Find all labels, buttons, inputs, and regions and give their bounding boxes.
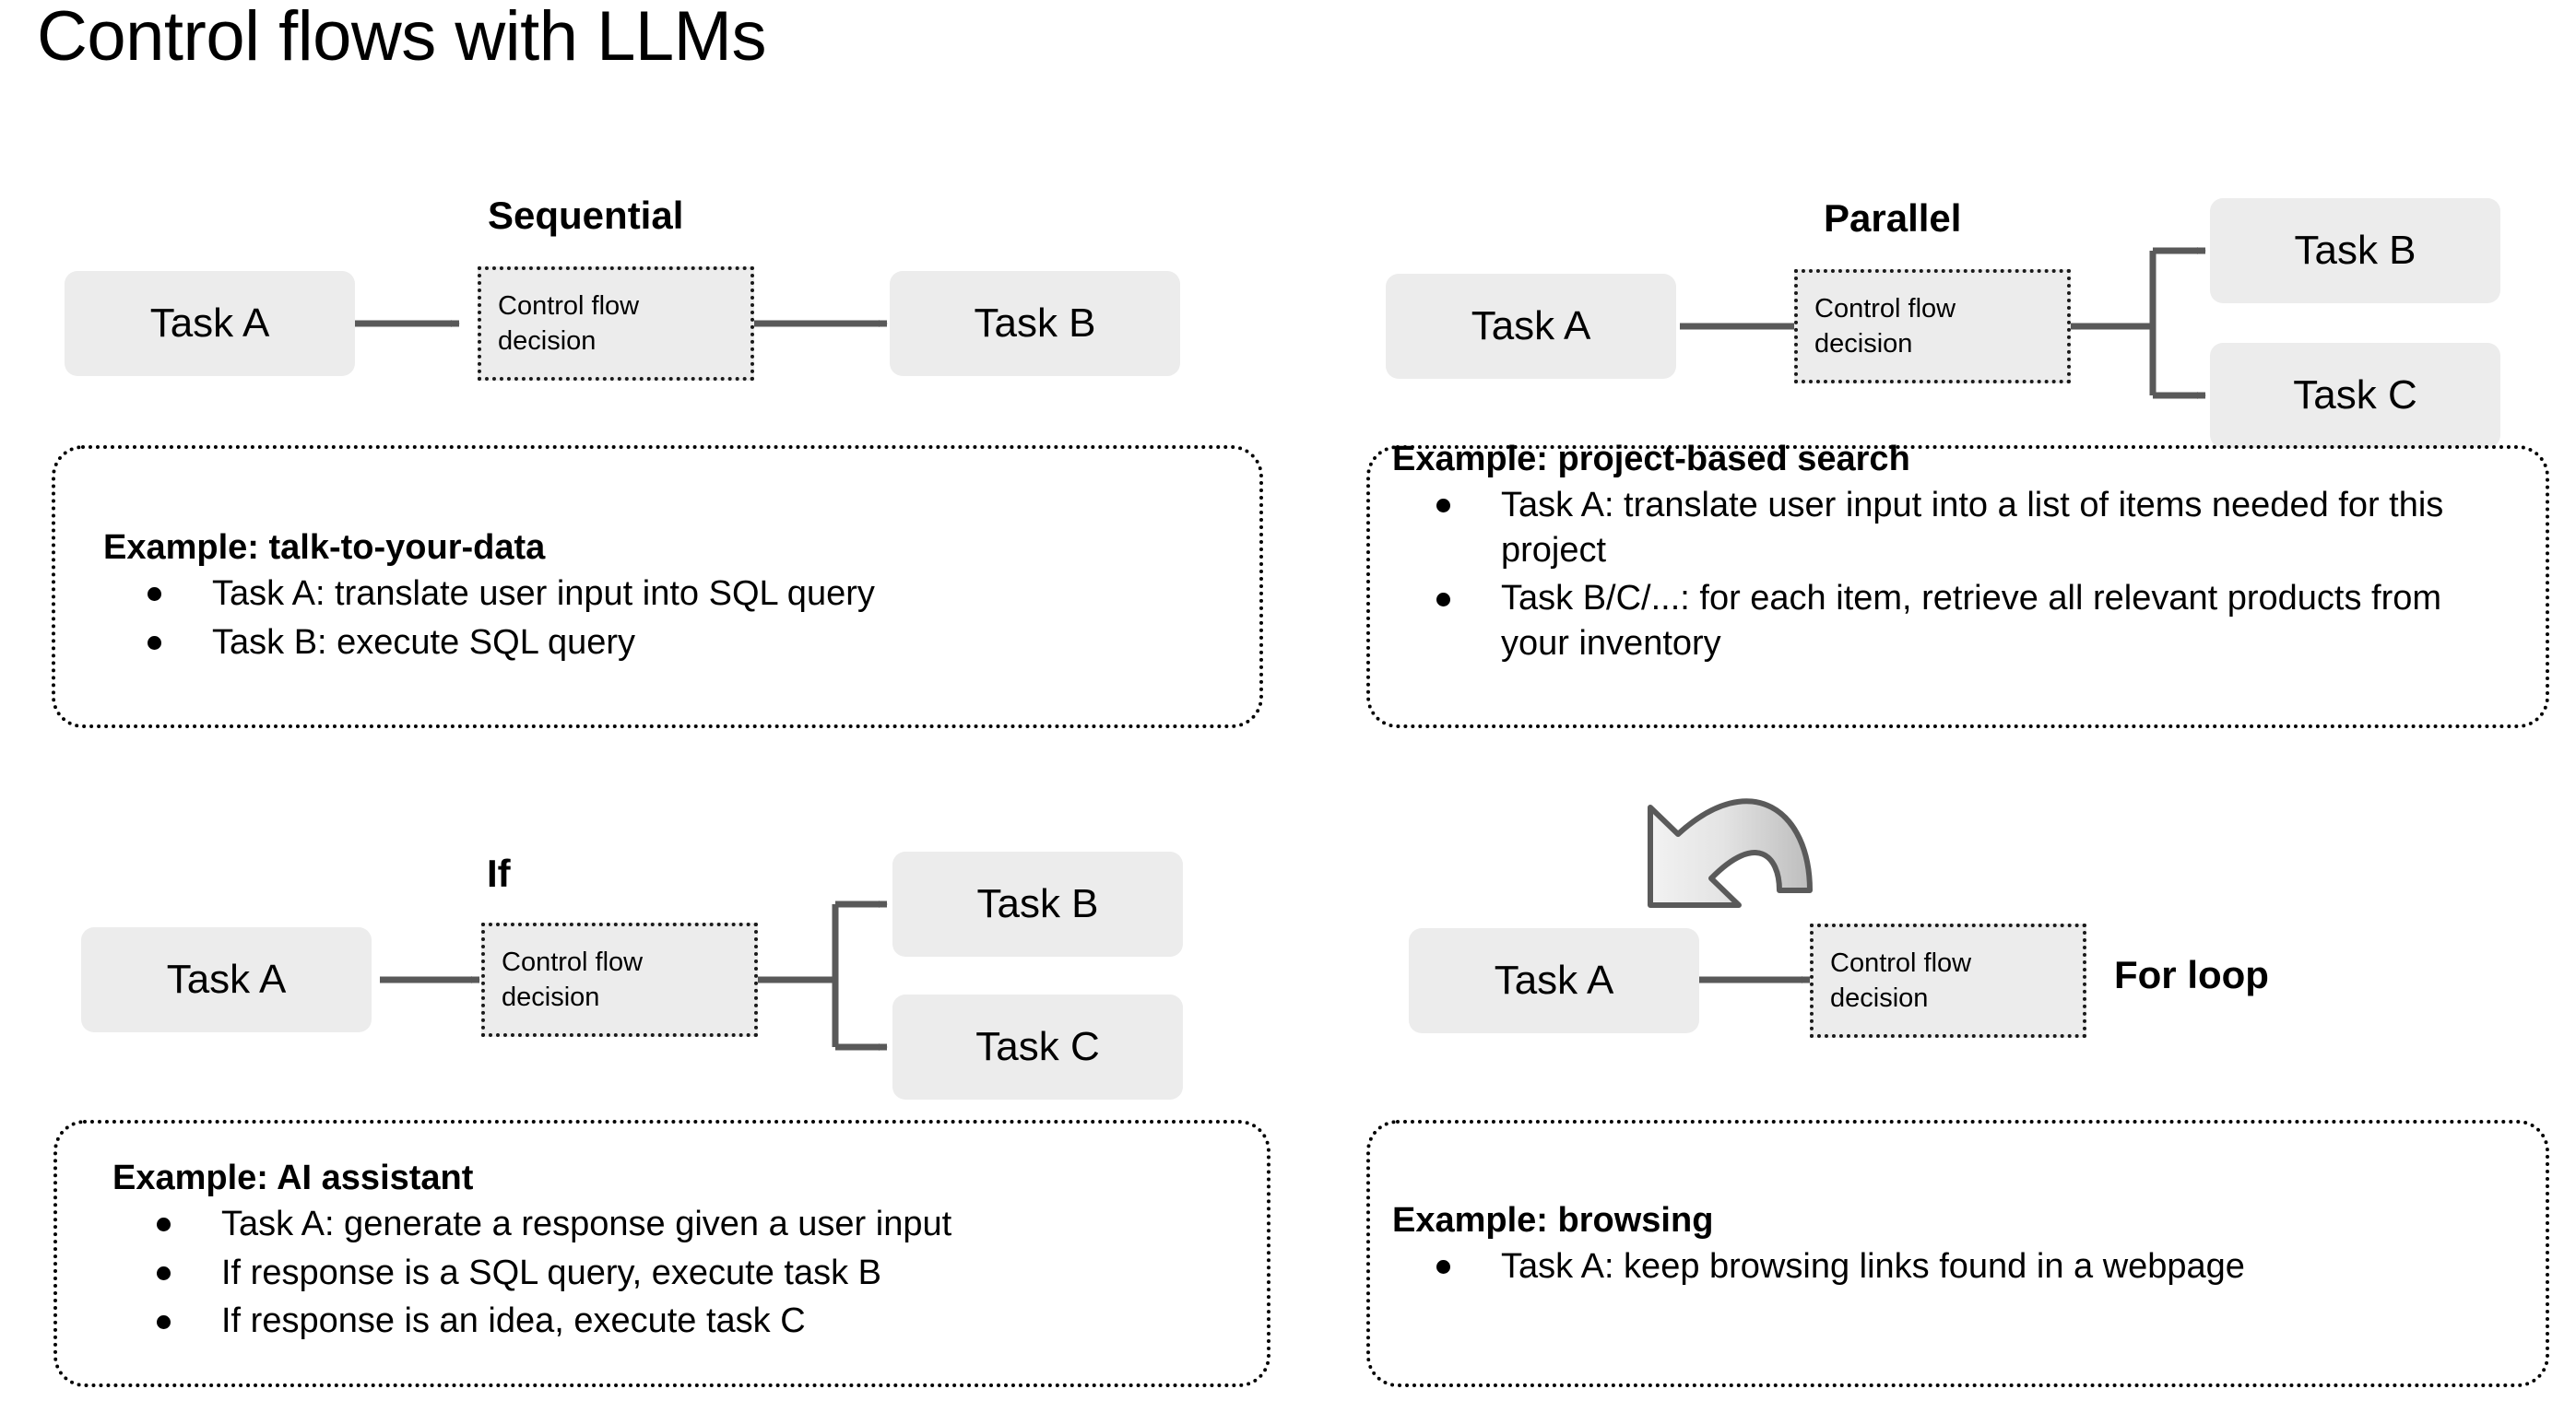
bullet-icon bbox=[1436, 499, 1450, 513]
list-item-text: Task B: execute SQL query bbox=[212, 622, 636, 662]
list-item: Task A: keep browsing links found in a w… bbox=[1392, 1244, 2546, 1289]
flow-label-if: If bbox=[487, 852, 511, 895]
example-title: Example: browsing bbox=[1392, 1201, 1714, 1240]
flow-label-sequential: Sequential bbox=[488, 194, 684, 237]
loop-back-arrow bbox=[1648, 798, 1813, 908]
example-title: Example: project-based search bbox=[1392, 440, 1910, 478]
flow-label-forloop: For loop bbox=[2114, 953, 2269, 996]
slide-canvas: Control flows with LLMs Sequential Task … bbox=[0, 0, 2576, 1401]
decision-line-2: decision bbox=[1814, 329, 1913, 359]
bullet-icon bbox=[148, 636, 161, 651]
flow-label-parallel: Parallel bbox=[1824, 196, 1962, 240]
decision-line-1: Control flow bbox=[498, 290, 640, 321]
branch-parallel bbox=[2071, 247, 2206, 399]
list-item-text: Task B/C/...: for each item, retrieve al… bbox=[1501, 579, 2442, 663]
bullet-icon bbox=[1436, 1260, 1450, 1275]
list-item: Task B/C/...: for each item, retrieve al… bbox=[1392, 576, 2546, 665]
decision-line-2: decision bbox=[1830, 983, 1929, 1013]
node-sequential-decision[interactable]: Control flow decision bbox=[478, 266, 754, 381]
list-item-text: Task A: generate a response given a user… bbox=[221, 1205, 952, 1243]
decision-line-1: Control flow bbox=[502, 947, 644, 977]
node-sequential-task-a[interactable]: Task A bbox=[65, 271, 355, 376]
node-label: Task A bbox=[1471, 303, 1591, 348]
node-label: Task C bbox=[2293, 372, 2417, 418]
decision-line-2: decision bbox=[498, 326, 597, 356]
node-forloop-task-a[interactable]: Task A bbox=[1409, 928, 1699, 1033]
list-item: Task A: generate a response given a user… bbox=[112, 1202, 1267, 1247]
example-card-sequential: Example: talk-to-your-data Task A: trans… bbox=[52, 445, 1263, 728]
node-label: Task B bbox=[974, 300, 1096, 346]
list-item-text: If response is a SQL query, execute task… bbox=[221, 1253, 882, 1292]
decision-line-2: decision bbox=[502, 983, 600, 1012]
node-label: Task B bbox=[976, 881, 1099, 926]
list-item-text: Task A: translate user input into SQL qu… bbox=[212, 574, 875, 613]
node-if-task-c[interactable]: Task C bbox=[892, 995, 1183, 1100]
node-parallel-task-b[interactable]: Task B bbox=[2210, 198, 2500, 303]
example-list: Task A: keep browsing links found in a w… bbox=[1392, 1244, 2546, 1289]
node-parallel-task-c[interactable]: Task C bbox=[2210, 343, 2500, 448]
node-label: Task A bbox=[1494, 958, 1614, 1003]
list-item: If response is a SQL query, execute task… bbox=[112, 1251, 1267, 1296]
list-item-text: If response is an idea, execute task C bbox=[221, 1301, 806, 1341]
node-parallel-decision[interactable]: Control flow decision bbox=[1794, 269, 2071, 383]
bullet-icon bbox=[157, 1218, 171, 1232]
node-label: Task C bbox=[975, 1024, 1100, 1069]
node-sequential-task-b[interactable]: Task B bbox=[890, 271, 1180, 376]
bullet-icon bbox=[157, 1266, 171, 1281]
example-card-forloop: Example: browsing Task A: keep browsing … bbox=[1366, 1120, 2549, 1387]
example-card-parallel: Example: project-based search Task A: tr… bbox=[1366, 440, 2549, 728]
node-if-task-b[interactable]: Task B bbox=[892, 852, 1183, 957]
node-forloop-decision[interactable]: Control flow decision bbox=[1810, 924, 2086, 1038]
decision-line-1: Control flow bbox=[1814, 293, 1956, 324]
list-item: If response is an idea, execute task C bbox=[112, 1299, 1267, 1344]
example-list: Task A: translate user input into a list… bbox=[1392, 483, 2546, 666]
node-label: Task B bbox=[2294, 228, 2416, 273]
list-item: Task A: translate user input into a list… bbox=[1392, 483, 2546, 572]
node-label: Task A bbox=[149, 300, 270, 346]
example-list: Task A: translate user input into SQL qu… bbox=[103, 571, 1259, 665]
node-parallel-task-a[interactable]: Task A bbox=[1386, 274, 1676, 379]
bullet-icon bbox=[157, 1314, 171, 1329]
example-title: Example: talk-to-your-data bbox=[103, 528, 546, 567]
page-title: Control flows with LLMs bbox=[37, 0, 767, 76]
example-title: Example: AI assistant bbox=[112, 1159, 474, 1197]
example-list: Task A: generate a response given a user… bbox=[112, 1202, 1267, 1344]
list-item: Task B: execute SQL query bbox=[103, 620, 1259, 665]
node-label: Task A bbox=[166, 957, 287, 1002]
example-card-if: Example: AI assistant Task A: generate a… bbox=[53, 1120, 1270, 1387]
branch-if bbox=[758, 901, 888, 1051]
bullet-icon bbox=[148, 587, 161, 602]
node-if-task-a[interactable]: Task A bbox=[81, 927, 372, 1032]
decision-line-1: Control flow bbox=[1830, 948, 1972, 978]
node-if-decision[interactable]: Control flow decision bbox=[481, 923, 758, 1037]
list-item: Task A: translate user input into SQL qu… bbox=[103, 571, 1259, 617]
list-item-text: Task A: keep browsing links found in a w… bbox=[1501, 1247, 2245, 1286]
list-item-text: Task A: translate user input into a list… bbox=[1501, 486, 2444, 570]
bullet-icon bbox=[1436, 592, 1450, 606]
